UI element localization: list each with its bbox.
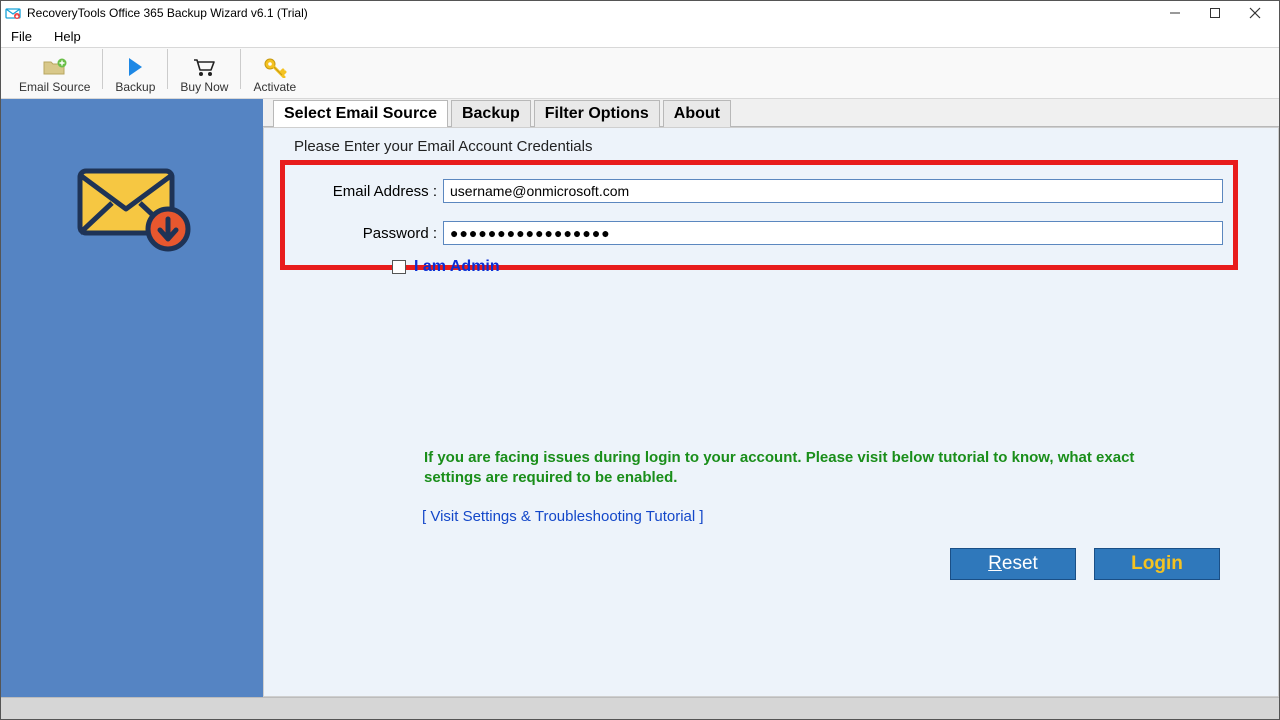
body: Select Email Source Backup Filter Option… (1, 99, 1279, 697)
tab-backup[interactable]: Backup (451, 100, 531, 127)
content-area: Select Email Source Backup Filter Option… (263, 99, 1279, 697)
toolbar-activate-label: Activate (253, 80, 296, 94)
password-input[interactable] (443, 221, 1223, 245)
envelope-download-icon (72, 157, 192, 260)
sidebar (1, 99, 263, 697)
window-title: RecoveryTools Office 365 Backup Wizard v… (27, 6, 1155, 20)
help-text: If you are facing issues during login to… (424, 448, 1158, 489)
reset-hotkey: R (988, 553, 1002, 574)
tab-about[interactable]: About (663, 100, 731, 127)
toolbar-buy-now[interactable]: Buy Now (170, 46, 238, 94)
tutorial-link[interactable]: [ Visit Settings & Troubleshooting Tutor… (422, 508, 704, 525)
folder-add-icon (42, 54, 68, 80)
login-button[interactable]: Login (1094, 548, 1220, 580)
credentials-panel: Please Enter your Email Account Credenti… (263, 127, 1279, 697)
toolbar-email-source-label: Email Source (19, 80, 90, 94)
tab-select-email-source[interactable]: Select Email Source (273, 100, 448, 127)
login-label: Login (1131, 553, 1183, 575)
app-icon (5, 5, 21, 21)
admin-row: I am Admin (392, 258, 500, 276)
menu-bar: File Help (1, 25, 1279, 47)
tab-bar: Select Email Source Backup Filter Option… (263, 99, 1279, 127)
toolbar-activate[interactable]: Activate (243, 46, 306, 94)
fieldset-legend: Please Enter your Email Account Credenti… (294, 138, 592, 155)
reset-rest: eset (1002, 553, 1038, 574)
maximize-button[interactable] (1195, 1, 1235, 25)
toolbar-separator (240, 49, 241, 89)
title-bar: RecoveryTools Office 365 Backup Wizard v… (1, 1, 1279, 25)
toolbar-email-source[interactable]: Email Source (9, 46, 100, 94)
credentials-highlight: Email Address : Password : (280, 160, 1238, 270)
toolbar: Email Source Backup Buy Now (1, 47, 1279, 99)
toolbar-separator (167, 49, 168, 89)
menu-file[interactable]: File (7, 27, 36, 46)
password-label: Password : (295, 225, 443, 242)
window-controls (1155, 1, 1275, 25)
toolbar-backup[interactable]: Backup (105, 46, 165, 94)
tab-filter-options[interactable]: Filter Options (534, 100, 660, 127)
status-bar (1, 697, 1279, 719)
toolbar-buy-now-label: Buy Now (180, 80, 228, 94)
app-window: RecoveryTools Office 365 Backup Wizard v… (0, 0, 1280, 720)
email-row: Email Address : (295, 179, 1223, 203)
email-input[interactable] (443, 179, 1223, 203)
minimize-button[interactable] (1155, 1, 1195, 25)
button-row: Reset Login (950, 548, 1220, 580)
admin-checkbox[interactable] (392, 260, 406, 274)
email-label: Email Address : (295, 183, 443, 200)
play-icon (125, 54, 145, 80)
close-button[interactable] (1235, 1, 1275, 25)
cart-icon (191, 54, 217, 80)
key-icon (262, 54, 288, 80)
password-row: Password : (295, 221, 1223, 245)
admin-label: I am Admin (414, 258, 500, 276)
toolbar-separator (102, 49, 103, 89)
menu-help[interactable]: Help (50, 27, 85, 46)
reset-button[interactable]: Reset (950, 548, 1076, 580)
toolbar-backup-label: Backup (115, 80, 155, 94)
